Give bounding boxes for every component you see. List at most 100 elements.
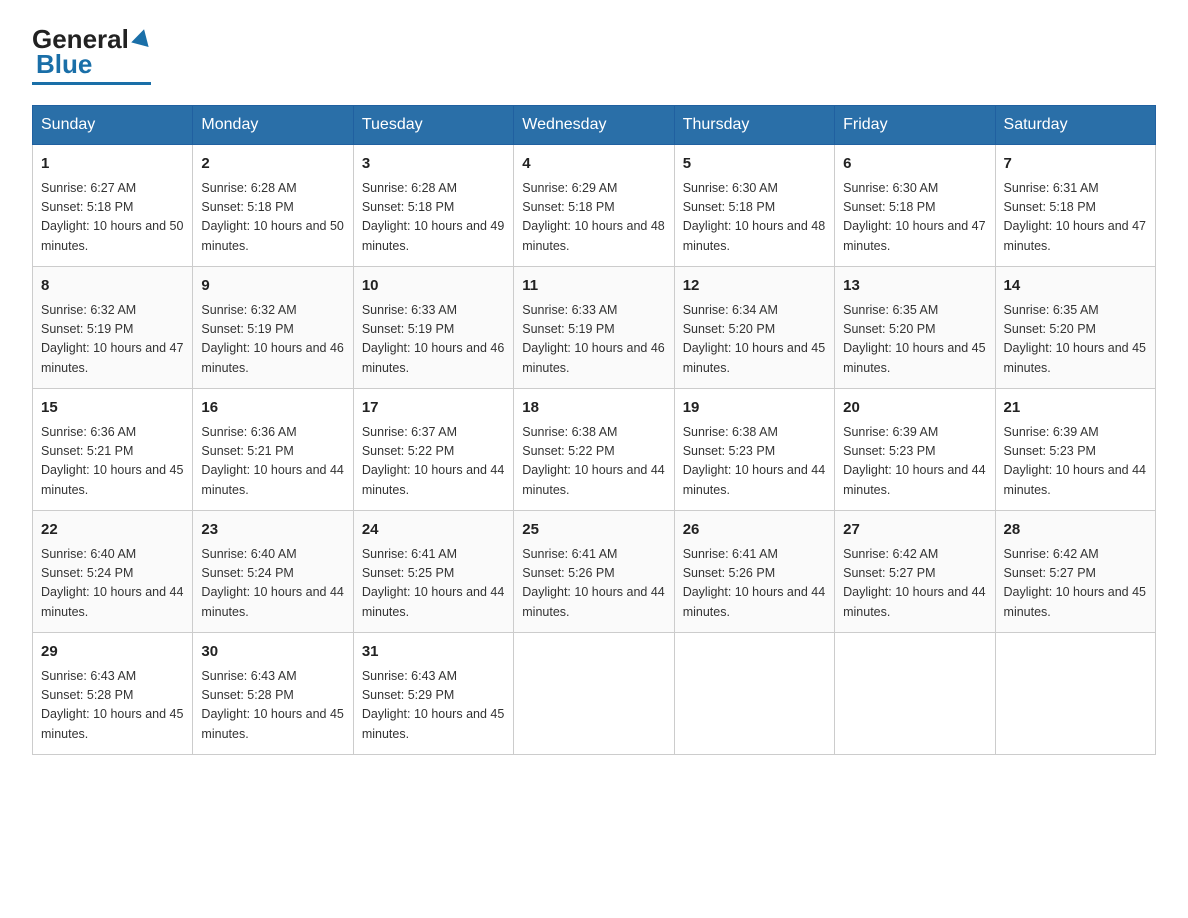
day-info: Sunrise: 6:42 AMSunset: 5:27 PMDaylight:… xyxy=(843,545,986,623)
day-number: 13 xyxy=(843,275,986,298)
day-number: 17 xyxy=(362,397,505,420)
calendar-cell: 17 Sunrise: 6:37 AMSunset: 5:22 PMDayligh… xyxy=(353,389,513,511)
day-info: Sunrise: 6:36 AMSunset: 5:21 PMDaylight:… xyxy=(41,423,184,501)
page-header: General Blue xyxy=(32,24,1156,85)
calendar-cell: 10 Sunrise: 6:33 AMSunset: 5:19 PMDayligh… xyxy=(353,267,513,389)
day-info: Sunrise: 6:42 AMSunset: 5:27 PMDaylight:… xyxy=(1004,545,1147,623)
day-number: 10 xyxy=(362,275,505,298)
header-monday: Monday xyxy=(193,106,353,145)
day-info: Sunrise: 6:40 AMSunset: 5:24 PMDaylight:… xyxy=(41,545,184,623)
day-number: 18 xyxy=(522,397,665,420)
day-info: Sunrise: 6:39 AMSunset: 5:23 PMDaylight:… xyxy=(1004,423,1147,501)
day-number: 15 xyxy=(41,397,184,420)
day-number: 22 xyxy=(41,519,184,542)
day-info: Sunrise: 6:38 AMSunset: 5:23 PMDaylight:… xyxy=(683,423,826,501)
calendar-week-5: 29 Sunrise: 6:43 AMSunset: 5:28 PMDayligh… xyxy=(33,633,1156,755)
day-number: 28 xyxy=(1004,519,1147,542)
calendar-cell: 19 Sunrise: 6:38 AMSunset: 5:23 PMDayligh… xyxy=(674,389,834,511)
calendar-cell: 24 Sunrise: 6:41 AMSunset: 5:25 PMDayligh… xyxy=(353,511,513,633)
day-number: 9 xyxy=(201,275,344,298)
header-friday: Friday xyxy=(835,106,995,145)
day-number: 23 xyxy=(201,519,344,542)
day-number: 29 xyxy=(41,641,184,664)
day-info: Sunrise: 6:35 AMSunset: 5:20 PMDaylight:… xyxy=(1004,301,1147,379)
calendar-cell: 28 Sunrise: 6:42 AMSunset: 5:27 PMDayligh… xyxy=(995,511,1155,633)
day-info: Sunrise: 6:31 AMSunset: 5:18 PMDaylight:… xyxy=(1004,179,1147,257)
calendar-cell: 29 Sunrise: 6:43 AMSunset: 5:28 PMDayligh… xyxy=(33,633,193,755)
day-info: Sunrise: 6:35 AMSunset: 5:20 PMDaylight:… xyxy=(843,301,986,379)
day-info: Sunrise: 6:33 AMSunset: 5:19 PMDaylight:… xyxy=(522,301,665,379)
day-number: 26 xyxy=(683,519,826,542)
day-info: Sunrise: 6:27 AMSunset: 5:18 PMDaylight:… xyxy=(41,179,184,257)
day-number: 3 xyxy=(362,153,505,176)
day-number: 2 xyxy=(201,153,344,176)
day-number: 27 xyxy=(843,519,986,542)
day-info: Sunrise: 6:37 AMSunset: 5:22 PMDaylight:… xyxy=(362,423,505,501)
day-number: 20 xyxy=(843,397,986,420)
calendar-header-row: SundayMondayTuesdayWednesdayThursdayFrid… xyxy=(33,106,1156,145)
calendar-cell: 22 Sunrise: 6:40 AMSunset: 5:24 PMDayligh… xyxy=(33,511,193,633)
day-number: 11 xyxy=(522,275,665,298)
day-number: 7 xyxy=(1004,153,1147,176)
calendar-cell: 25Sunrise: 6:41 AMSunset: 5:26 PMDayligh… xyxy=(514,511,674,633)
header-tuesday: Tuesday xyxy=(353,106,513,145)
calendar-cell: 5 Sunrise: 6:30 AMSunset: 5:18 PMDaylight… xyxy=(674,145,834,267)
logo: General Blue xyxy=(32,24,151,85)
day-info: Sunrise: 6:40 AMSunset: 5:24 PMDaylight:… xyxy=(201,545,344,623)
calendar-cell: 7 Sunrise: 6:31 AMSunset: 5:18 PMDaylight… xyxy=(995,145,1155,267)
calendar-cell: 9 Sunrise: 6:32 AMSunset: 5:19 PMDaylight… xyxy=(193,267,353,389)
calendar-cell: 14 Sunrise: 6:35 AMSunset: 5:20 PMDayligh… xyxy=(995,267,1155,389)
logo-underline xyxy=(32,82,151,85)
calendar-cell: 18 Sunrise: 6:38 AMSunset: 5:22 PMDayligh… xyxy=(514,389,674,511)
calendar-cell xyxy=(674,633,834,755)
calendar-cell: 12 Sunrise: 6:34 AMSunset: 5:20 PMDayligh… xyxy=(674,267,834,389)
day-info: Sunrise: 6:39 AMSunset: 5:23 PMDaylight:… xyxy=(843,423,986,501)
day-info: Sunrise: 6:41 AMSunset: 5:26 PMDaylight:… xyxy=(683,545,826,623)
day-number: 6 xyxy=(843,153,986,176)
day-info: Sunrise: 6:28 AMSunset: 5:18 PMDaylight:… xyxy=(362,179,505,257)
day-number: 19 xyxy=(683,397,826,420)
day-number: 30 xyxy=(201,641,344,664)
calendar-week-1: 1 Sunrise: 6:27 AMSunset: 5:18 PMDaylight… xyxy=(33,145,1156,267)
calendar-cell: 11 Sunrise: 6:33 AMSunset: 5:19 PMDayligh… xyxy=(514,267,674,389)
calendar-cell xyxy=(835,633,995,755)
header-sunday: Sunday xyxy=(33,106,193,145)
logo-blue-text: Blue xyxy=(36,49,92,80)
calendar-cell: 27 Sunrise: 6:42 AMSunset: 5:27 PMDayligh… xyxy=(835,511,995,633)
header-thursday: Thursday xyxy=(674,106,834,145)
day-number: 14 xyxy=(1004,275,1147,298)
day-info: Sunrise: 6:32 AMSunset: 5:19 PMDaylight:… xyxy=(201,301,344,379)
day-info: Sunrise: 6:34 AMSunset: 5:20 PMDaylight:… xyxy=(683,301,826,379)
day-number: 31 xyxy=(362,641,505,664)
day-number: 21 xyxy=(1004,397,1147,420)
day-number: 8 xyxy=(41,275,184,298)
calendar-cell: 20 Sunrise: 6:39 AMSunset: 5:23 PMDayligh… xyxy=(835,389,995,511)
calendar-cell: 23 Sunrise: 6:40 AMSunset: 5:24 PMDayligh… xyxy=(193,511,353,633)
day-number: 24 xyxy=(362,519,505,542)
calendar-week-4: 22 Sunrise: 6:40 AMSunset: 5:24 PMDayligh… xyxy=(33,511,1156,633)
day-info: Sunrise: 6:41 AMSunset: 5:25 PMDaylight:… xyxy=(362,545,505,623)
calendar-week-3: 15 Sunrise: 6:36 AMSunset: 5:21 PMDayligh… xyxy=(33,389,1156,511)
logo-triangle-icon xyxy=(131,26,153,46)
day-number: 12 xyxy=(683,275,826,298)
day-info: Sunrise: 6:33 AMSunset: 5:19 PMDaylight:… xyxy=(362,301,505,379)
calendar-cell: 31Sunrise: 6:43 AMSunset: 5:29 PMDayligh… xyxy=(353,633,513,755)
calendar-cell: 6Sunrise: 6:30 AMSunset: 5:18 PMDaylight… xyxy=(835,145,995,267)
calendar-cell: 16Sunrise: 6:36 AMSunset: 5:21 PMDayligh… xyxy=(193,389,353,511)
calendar-cell xyxy=(995,633,1155,755)
day-info: Sunrise: 6:43 AMSunset: 5:28 PMDaylight:… xyxy=(41,667,184,745)
day-info: Sunrise: 6:38 AMSunset: 5:22 PMDaylight:… xyxy=(522,423,665,501)
day-number: 5 xyxy=(683,153,826,176)
calendar-cell: 8 Sunrise: 6:32 AMSunset: 5:19 PMDaylight… xyxy=(33,267,193,389)
day-number: 4 xyxy=(522,153,665,176)
calendar-cell: 15 Sunrise: 6:36 AMSunset: 5:21 PMDayligh… xyxy=(33,389,193,511)
day-info: Sunrise: 6:30 AMSunset: 5:18 PMDaylight:… xyxy=(683,179,826,257)
calendar-cell: 13 Sunrise: 6:35 AMSunset: 5:20 PMDayligh… xyxy=(835,267,995,389)
day-info: Sunrise: 6:36 AMSunset: 5:21 PMDaylight:… xyxy=(201,423,344,501)
day-info: Sunrise: 6:32 AMSunset: 5:19 PMDaylight:… xyxy=(41,301,184,379)
day-number: 1 xyxy=(41,153,184,176)
day-info: Sunrise: 6:28 AMSunset: 5:18 PMDaylight:… xyxy=(201,179,344,257)
calendar-cell xyxy=(514,633,674,755)
calendar-cell: 3 Sunrise: 6:28 AMSunset: 5:18 PMDaylight… xyxy=(353,145,513,267)
calendar-cell: 30Sunrise: 6:43 AMSunset: 5:28 PMDayligh… xyxy=(193,633,353,755)
